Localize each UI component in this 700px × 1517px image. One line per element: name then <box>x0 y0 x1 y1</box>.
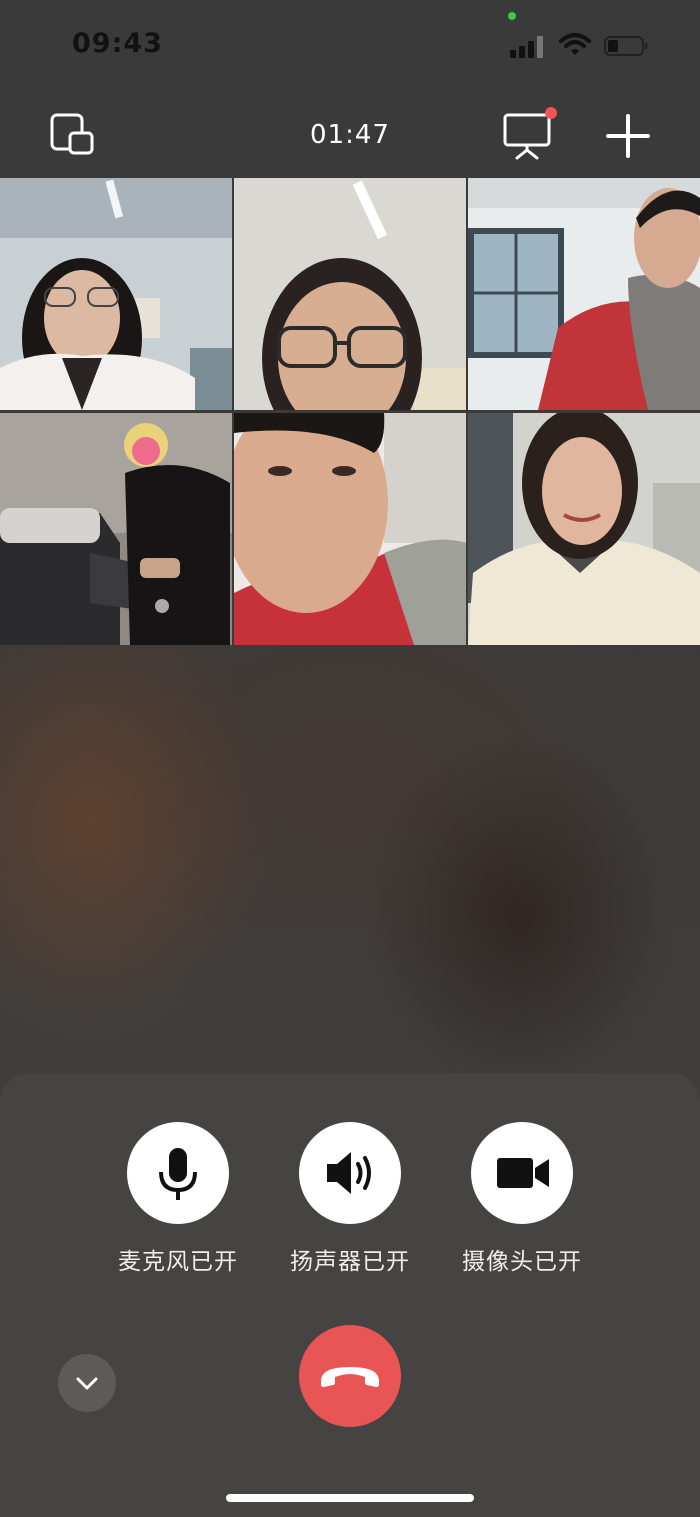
camera-control[interactable]: 摄像头已开 <box>442 1122 602 1276</box>
screen-share-icon[interactable] <box>503 112 551 160</box>
participant-video-4[interactable] <box>0 413 232 645</box>
add-icon[interactable] <box>606 114 650 158</box>
battery-icon <box>604 36 648 56</box>
microphone-icon <box>159 1148 197 1200</box>
camera-in-use-indicator <box>508 12 516 20</box>
chevron-down-icon <box>76 1377 98 1390</box>
call-top-bar: 01:47 <box>0 100 700 170</box>
speaker-icon <box>327 1152 371 1194</box>
video-grid <box>0 178 700 645</box>
cellular-signal-icon <box>510 34 544 58</box>
home-indicator[interactable] <box>226 1494 474 1502</box>
status-bar: 09:43 <box>0 0 700 90</box>
microphone-control[interactable]: 麦克风已开 <box>98 1122 258 1276</box>
speaker-label: 扬声器已开 <box>290 1249 410 1275</box>
participant-video-1[interactable] <box>0 178 232 410</box>
wifi-icon <box>559 33 591 57</box>
participant-video-2[interactable] <box>234 178 466 410</box>
speaker-control[interactable]: 扬声器已开 <box>270 1122 430 1276</box>
call-duration: 01:47 <box>310 120 390 150</box>
collapse-panel-button[interactable] <box>58 1354 116 1412</box>
microphone-button[interactable] <box>127 1122 229 1224</box>
participant-video-5[interactable] <box>234 413 466 645</box>
hang-up-button[interactable] <box>299 1325 401 1427</box>
participant-video-3[interactable] <box>468 178 700 410</box>
status-time: 09:43 <box>72 28 163 59</box>
video-camera-icon <box>497 1158 549 1188</box>
speaker-button[interactable] <box>299 1122 401 1224</box>
participant-video-6[interactable] <box>468 413 700 645</box>
camera-label: 摄像头已开 <box>462 1249 582 1275</box>
notification-dot <box>545 107 557 119</box>
microphone-label: 麦克风已开 <box>118 1249 238 1275</box>
camera-button[interactable] <box>471 1122 573 1224</box>
phone-hangup-icon <box>321 1367 379 1387</box>
